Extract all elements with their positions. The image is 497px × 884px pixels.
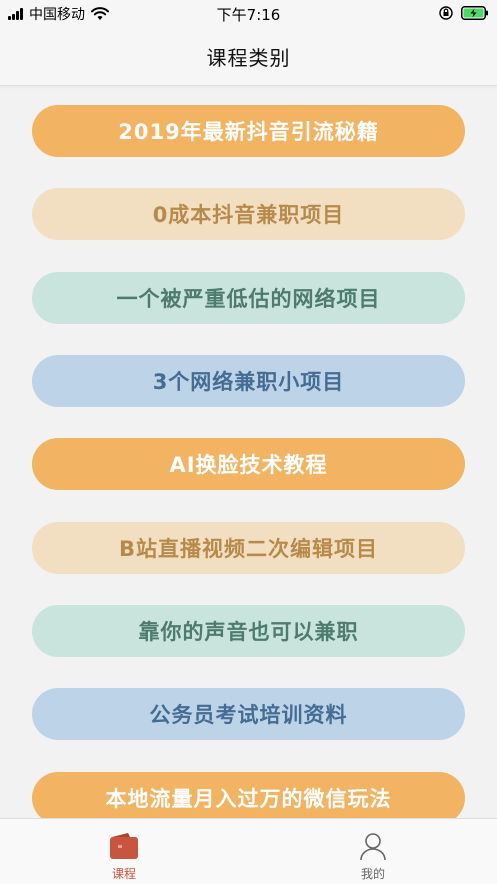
- tab-bar: 课程 我的: [0, 818, 497, 884]
- course-button[interactable]: 靠你的声音也可以兼职: [32, 605, 465, 657]
- tab-course[interactable]: 课程: [0, 819, 248, 884]
- course-button[interactable]: AI换脸技术教程: [32, 438, 465, 490]
- course-button-label: 本地流量月入过万的微信玩法: [105, 787, 392, 811]
- course-button[interactable]: 3个网络兼职小项目: [32, 355, 465, 407]
- course-button-label: 3个网络兼职小项目: [152, 370, 345, 394]
- battery-charging-icon: [461, 6, 488, 20]
- course-button-label: 0成本抖音兼职项目: [152, 203, 345, 227]
- course-button-label: 公务员考试培训资料: [149, 703, 348, 727]
- status-right: [439, 6, 489, 20]
- status-bar: 中国移动 下午7:16: [0, 0, 497, 28]
- course-button[interactable]: B站直播视频二次编辑项目: [32, 522, 465, 574]
- page-title: 课程类别: [206, 46, 291, 70]
- navigation-bar: 课程类别: [0, 28, 497, 86]
- course-button-label: 靠你的声音也可以兼职: [138, 620, 359, 644]
- course-button[interactable]: 一个被严重低估的网络项目: [32, 272, 465, 324]
- course-button-label: 2019年最新抖音引流秘籍: [118, 120, 379, 144]
- course-button[interactable]: 公务员考试培训资料: [32, 688, 465, 740]
- tab-label: 我的: [360, 867, 385, 881]
- course-icon: [110, 833, 138, 859]
- course-button[interactable]: 2019年最新抖音引流秘籍: [32, 105, 465, 157]
- course-button[interactable]: 0成本抖音兼职项目: [32, 188, 465, 240]
- status-time: 下午7:16: [216, 6, 281, 24]
- lock-rotation-icon: [439, 6, 453, 20]
- tab-label: 课程: [111, 867, 136, 881]
- user-icon: [360, 833, 386, 861]
- course-button[interactable]: 本地流量月入过万的微信玩法: [32, 772, 465, 818]
- course-button-label: AI换脸技术教程: [169, 453, 328, 477]
- course-list: 2019年最新抖音引流秘籍 0成本抖音兼职项目 一个被严重低估的网络项目 3个网…: [0, 86, 497, 818]
- tab-mine[interactable]: 我的: [249, 819, 497, 884]
- course-button-label: B站直播视频二次编辑项目: [118, 537, 378, 561]
- course-button-label: 一个被严重低估的网络项目: [116, 287, 381, 311]
